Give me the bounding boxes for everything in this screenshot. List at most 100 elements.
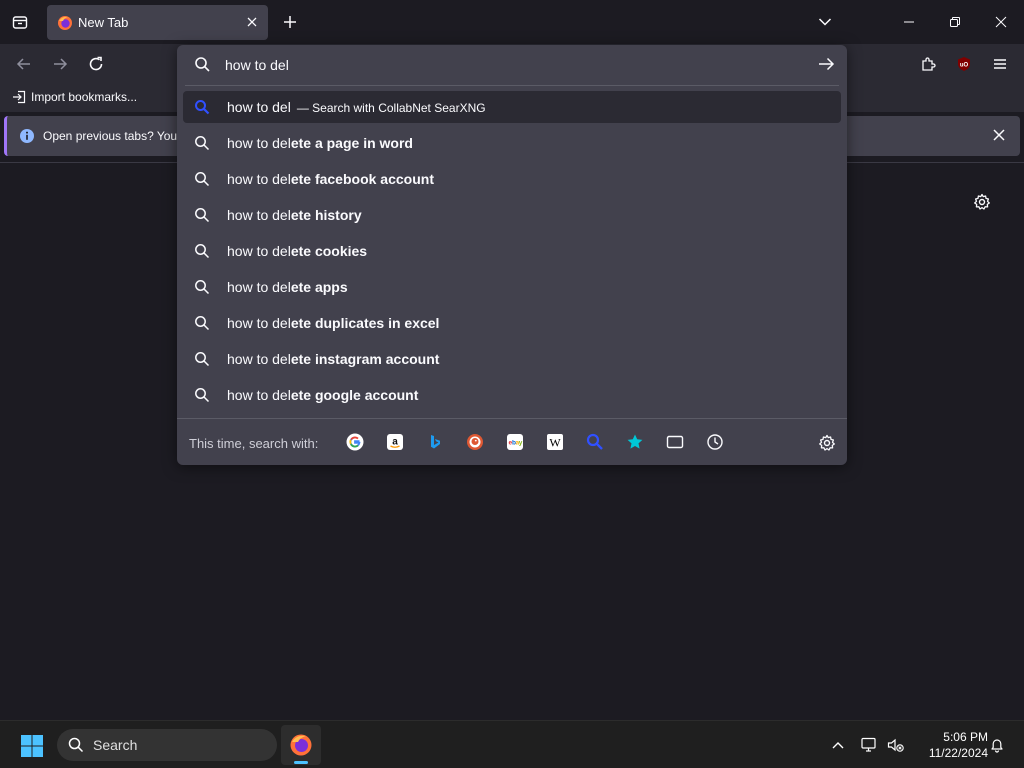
one-off-label: This time, search with:	[189, 436, 319, 451]
suggestion-typed: how to del	[227, 351, 291, 367]
windows-logo-icon	[21, 735, 43, 757]
minimize-button[interactable]	[895, 8, 923, 36]
ebay-icon: ebay	[507, 434, 523, 450]
taskbar: Search 5:06 PM 11/22/2024	[0, 720, 1024, 768]
one-off-search-bar: This time, search with: a ebay W	[177, 418, 847, 465]
search-history-button[interactable]	[705, 432, 725, 452]
close-notification-button[interactable]	[992, 128, 1008, 144]
go-button[interactable]	[817, 55, 837, 75]
history-icon	[707, 434, 723, 450]
suggestion-typed: how to del	[227, 135, 291, 151]
suggestion-text: how to delete instagram account	[227, 351, 439, 367]
search-suggestion[interactable]: how to delete google account	[183, 379, 841, 411]
svg-text:W: W	[549, 436, 561, 450]
import-bookmarks-button[interactable]: Import bookmarks...	[12, 90, 137, 104]
searxng-icon	[586, 433, 603, 450]
list-all-tabs-button[interactable]	[815, 12, 835, 32]
suggestion-completion: ete a page in word	[290, 135, 413, 151]
gear-icon	[819, 434, 835, 451]
tabs-icon	[666, 435, 684, 449]
firefox-view-button[interactable]	[6, 8, 34, 36]
search-icon	[195, 57, 210, 72]
tab-new-tab[interactable]: New Tab	[47, 5, 268, 40]
clock-time: 5:06 PM	[943, 730, 988, 744]
taskbar-search-box[interactable]: Search	[57, 729, 277, 761]
suggestion-completion: ete facebook account	[290, 171, 434, 187]
tab-strip: New Tab	[0, 0, 1024, 44]
search-suggestion[interactable]: how to delete cookies	[183, 235, 841, 267]
engine-duckduckgo-button[interactable]	[465, 432, 485, 452]
restore-button[interactable]	[941, 8, 969, 36]
suggestion-completion: ete cookies	[290, 243, 368, 259]
engine-google-button[interactable]	[345, 432, 365, 452]
search-icon	[195, 388, 210, 403]
reload-button[interactable]	[84, 52, 108, 76]
volume-button[interactable]	[886, 735, 906, 755]
suggestion-text: how to delete cookies	[227, 243, 367, 259]
engine-searxng-button[interactable]	[585, 432, 605, 452]
clock-date: 11/22/2024	[928, 746, 988, 760]
result-search-with-engine[interactable]: how to del — Search with CollabNet SearXN…	[183, 91, 841, 123]
minimize-icon	[904, 21, 914, 23]
amazon-icon: a	[387, 434, 403, 450]
search-icon	[195, 136, 210, 151]
close-icon	[247, 17, 257, 27]
extensions-button[interactable]	[916, 52, 940, 76]
suggestion-completion: ete google account	[290, 387, 419, 403]
engine-wikipedia-button[interactable]: W	[545, 432, 565, 452]
import-icon	[13, 90, 26, 104]
search-suggestion[interactable]: how to delete facebook account	[183, 163, 841, 195]
searxng-icon	[195, 100, 210, 115]
suggestion-typed: how to del	[227, 171, 291, 187]
suggestion-completion: ete history	[290, 207, 362, 223]
svg-text:a: a	[392, 437, 398, 448]
taskbar-search-label: Search	[93, 737, 138, 753]
search-suggestion[interactable]: how to delete apps	[183, 271, 841, 303]
window-close-button[interactable]	[987, 8, 1015, 36]
newtab-settings-button[interactable]	[973, 193, 991, 211]
search-suggestion[interactable]: how to delete history	[183, 199, 841, 231]
search-suggestion[interactable]: how to delete instagram account	[183, 343, 841, 375]
engine-ebay-button[interactable]: ebay	[505, 432, 525, 452]
search-icon	[195, 172, 210, 187]
forward-button[interactable]	[48, 52, 72, 76]
speaker-muted-icon	[887, 738, 904, 752]
import-bookmarks-label: Import bookmarks...	[31, 90, 138, 104]
bookmarks-icon	[627, 434, 643, 449]
search-icon	[195, 316, 210, 331]
search-bookmarks-button[interactable]	[625, 432, 645, 452]
search-icon	[195, 244, 210, 259]
search-tabs-button[interactable]	[665, 432, 685, 452]
suggestion-completion: ete apps	[290, 279, 348, 295]
urlbar-input[interactable]	[225, 53, 785, 77]
search-settings-button[interactable]	[818, 434, 836, 452]
notifications-button[interactable]	[987, 735, 1007, 755]
arrow-right-icon	[54, 58, 68, 70]
engine-amazon-button[interactable]: a	[385, 432, 405, 452]
arrow-right-icon	[819, 57, 835, 71]
search-icon	[195, 352, 210, 367]
suggestion-text: how to delete history	[227, 207, 362, 223]
close-tab-button[interactable]	[244, 14, 260, 30]
show-hidden-icons-button[interactable]	[828, 735, 848, 755]
suggestion-completion: ete duplicates in excel	[290, 315, 440, 331]
new-tab-button[interactable]	[279, 11, 301, 33]
search-suggestion[interactable]: how to delete a page in word	[183, 127, 841, 159]
system-clock[interactable]: 5:06 PM 11/22/2024	[912, 729, 988, 761]
back-button[interactable]	[12, 52, 36, 76]
suggestion-typed: how to del	[227, 207, 291, 223]
ublock-origin-button[interactable]: uO	[952, 52, 976, 76]
app-menu-button[interactable]	[988, 52, 1012, 76]
suggestion-text: how to delete google account	[227, 387, 418, 403]
taskbar-firefox-button[interactable]	[281, 725, 321, 765]
notification-text: Open previous tabs? You c	[43, 129, 187, 143]
wikipedia-icon: W	[547, 434, 563, 450]
tab-title: New Tab	[78, 15, 129, 30]
network-status-button[interactable]	[860, 735, 880, 755]
suggestion-typed: how to del	[227, 279, 291, 295]
urlbar-separator	[185, 85, 839, 86]
engine-bing-button[interactable]	[425, 432, 445, 452]
firefox-icon	[290, 734, 312, 756]
search-suggestion[interactable]: how to delete duplicates in excel	[183, 307, 841, 339]
start-button[interactable]	[20, 734, 44, 758]
